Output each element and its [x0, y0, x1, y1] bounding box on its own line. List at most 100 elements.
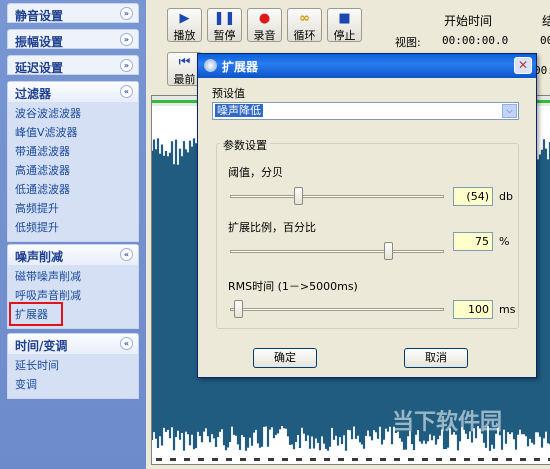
threshold-value-field[interactable]: (54) [453, 187, 493, 206]
threshold-unit: db [499, 190, 513, 203]
ratio-value-field[interactable]: 75 [453, 232, 493, 251]
view-end-value: 00: [540, 34, 550, 47]
collapse-chevron-icon[interactable]: « [120, 337, 133, 350]
waveform-ruler-tick [198, 458, 204, 461]
preset-selected-value: 噪声降低 [215, 104, 263, 117]
waveform-ruler-tick [240, 458, 246, 461]
view-label: 视图: [395, 36, 421, 49]
waveform-ruler-tick [506, 458, 512, 461]
section-time-pitch-header[interactable]: 时间/变调 « [8, 334, 138, 354]
waveform-ruler-tick [296, 458, 302, 461]
expand-chevron-icon[interactable]: » [120, 33, 133, 46]
pause-label: 暂停 [213, 29, 236, 42]
record-label: 录音 [253, 29, 276, 42]
waveform-ruler-tick [170, 458, 176, 461]
collapse-chevron-icon[interactable]: « [120, 85, 133, 98]
close-icon[interactable]: ✕ [514, 57, 532, 74]
pause-icon: ❚❚ [213, 11, 236, 26]
section-time-pitch-title: 时间/变调 [15, 339, 68, 353]
section-delay[interactable]: 延迟设置 » [7, 55, 139, 75]
stop-button[interactable]: ■ 停止 [327, 8, 362, 42]
stop-icon: ■ [338, 11, 351, 26]
waveform-ruler-tick [492, 458, 498, 461]
record-icon: ● [258, 11, 271, 26]
play-icon: ▶ [179, 11, 190, 26]
ratio-slider-thumb[interactable] [383, 242, 393, 260]
play-button[interactable]: ▶ 播放 [167, 8, 202, 42]
waveform-ruler-tick [282, 458, 288, 461]
cancel-button[interactable]: 取消 [404, 348, 468, 368]
view-start-value: 00:00:00.0 [442, 34, 509, 47]
preset-label: 预设值 [212, 87, 245, 100]
chevron-down-icon[interactable]: ⌵ [502, 104, 517, 118]
section-filters-header[interactable]: 过滤器 « [8, 82, 138, 102]
ratio-label: 扩展比例，百分比 [228, 221, 316, 234]
preset-dropdown[interactable]: 噪声降低 ⌵ [212, 102, 519, 120]
watermark-logo: 当下软件园 [392, 410, 503, 435]
threshold-label: 阈值，分贝 [228, 166, 283, 179]
threshold-slider-track[interactable] [230, 195, 444, 198]
parameter-group-title: 参数设置 [220, 137, 270, 153]
expander-dialog: 扩展器 ✕ 预设值 噪声降低 ⌵ 参数设置 阈值，分贝 (54) db 扩展比例… [197, 53, 537, 378]
record-button[interactable]: ● 录音 [247, 8, 282, 42]
ratio-unit: % [499, 235, 510, 248]
filter-item[interactable]: 高频提升 [8, 199, 138, 218]
waveform-ruler-tick [254, 458, 260, 461]
rms-unit: ms [499, 303, 516, 316]
section-noise-header[interactable]: 噪声削减 « [8, 245, 138, 265]
section-amplitude[interactable]: 振幅设置 » [7, 29, 139, 49]
collapse-chevron-icon[interactable]: « [120, 248, 133, 261]
rms-label: RMS时间 (1－>5000ms) [228, 280, 358, 293]
rms-slider-thumb[interactable] [234, 300, 244, 318]
waveform-ruler-tick [478, 458, 484, 461]
filter-item[interactable]: 峰值V滤波器 [8, 123, 138, 142]
waveform-ruler-tick [366, 458, 372, 461]
waveform-ruler-tick [156, 458, 162, 461]
section-silence[interactable]: 静音设置 » [7, 3, 139, 23]
waveform-ruler-tick [324, 458, 330, 461]
section-filters-title: 过滤器 [15, 87, 52, 101]
threshold-slider-thumb[interactable] [293, 187, 303, 205]
waveform-ruler-tick [184, 458, 190, 461]
filter-item[interactable]: 低通滤波器 [8, 180, 138, 199]
expand-chevron-icon[interactable]: » [120, 7, 133, 20]
time-item[interactable]: 延长时间 [8, 356, 138, 375]
start-time-label: 开始时间 [444, 14, 493, 28]
waveform-ruler-tick [380, 458, 386, 461]
waveform-ruler-tick [268, 458, 274, 461]
dialog-title: 扩展器 [222, 60, 259, 74]
pause-button[interactable]: ❚❚ 暂停 [207, 8, 242, 42]
ratio-slider-track[interactable] [230, 250, 444, 253]
waveform-ruler-tick [310, 458, 316, 461]
waveform-ruler-tick [422, 458, 428, 461]
noise-item[interactable]: 磁带噪声削减 [8, 267, 138, 286]
selection-highlight-box [9, 302, 63, 326]
loop-button[interactable]: ∞ 循环 [287, 8, 322, 42]
rms-value-field[interactable]: 100 [453, 300, 493, 319]
expand-chevron-icon[interactable]: » [120, 59, 133, 72]
rms-slider-track[interactable] [230, 308, 444, 311]
filter-item[interactable]: 波谷波滤波器 [8, 104, 138, 123]
end-time-label: 结 [542, 14, 550, 28]
section-time-pitch: 时间/变调 « 延长时间 变调 [7, 333, 139, 399]
waveform-ruler-tick [450, 458, 456, 461]
waveform-ruler-tick [408, 458, 414, 461]
ok-button[interactable]: 确定 [253, 348, 317, 368]
waveform-ruler-tick [226, 458, 232, 461]
filter-item[interactable]: 带通滤波器 [8, 142, 138, 161]
loop-label: 循环 [293, 29, 316, 42]
filter-item[interactable]: 低频提升 [8, 218, 138, 237]
waveform-ruler-tick [352, 458, 358, 461]
section-filters: 过滤器 « 波谷波滤波器 峰值V滤波器 带通滤波器 高通滤波器 低通滤波器 高频… [7, 81, 139, 242]
waveform-ruler-tick [212, 458, 218, 461]
time-item[interactable]: 变调 [8, 375, 138, 394]
play-label: 播放 [173, 29, 196, 42]
section-silence-title: 静音设置 [15, 9, 64, 23]
waveform-ruler-tick [520, 458, 526, 461]
waveform-ruler-tick [534, 458, 540, 461]
app-icon [204, 59, 217, 72]
filter-item[interactable]: 高通滤波器 [8, 161, 138, 180]
dialog-titlebar[interactable]: 扩展器 ✕ [198, 54, 536, 78]
waveform-ruler-tick [338, 458, 344, 461]
loop-icon: ∞ [299, 11, 310, 26]
